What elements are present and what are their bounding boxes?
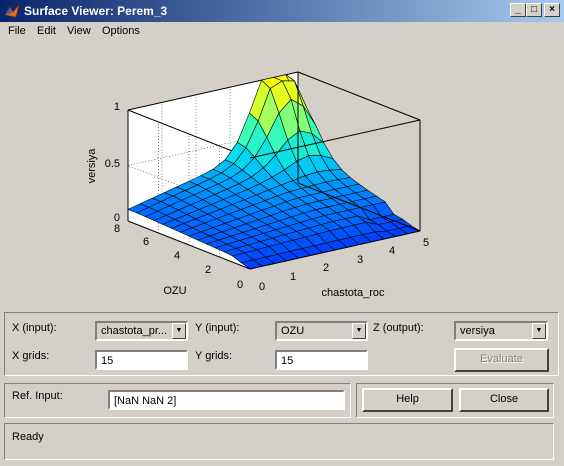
x-tick-label: 3 — [357, 254, 363, 266]
surface-plot-area[interactable]: versiya chastota_roc OZU 1 0.5 0 0 1 2 3… — [0, 41, 564, 309]
x-tick-label: 1 — [290, 271, 296, 283]
y-input-select[interactable]: OZU ▼ — [275, 321, 368, 341]
y-tick-label: 8 — [114, 223, 120, 235]
z-output-select[interactable]: versiya ▼ — [454, 321, 548, 341]
title-bar: Surface Viewer: Perem_3 _ □ × — [0, 0, 564, 22]
menu-bar: File Edit View Options — [0, 22, 564, 41]
ref-input-field[interactable]: [NaN NaN 2] — [108, 390, 345, 410]
menu-options[interactable]: Options — [102, 25, 140, 37]
status-text: Ready — [12, 431, 44, 443]
surface-plot[interactable]: versiya chastota_roc OZU 1 0.5 0 0 1 2 3… — [0, 41, 564, 309]
y-grids-input[interactable]: 15 — [275, 350, 368, 370]
chevron-down-icon: ▼ — [172, 323, 186, 339]
z-tick-label: 1 — [114, 101, 120, 113]
help-button[interactable]: Help — [362, 388, 453, 412]
matlab-icon — [4, 4, 20, 18]
y-grids-label: Y grids: — [195, 350, 233, 362]
x-tick-label: 4 — [389, 245, 395, 257]
status-bar — [4, 423, 554, 460]
y-axis-label: OZU — [163, 285, 186, 297]
y-tick-label: 2 — [205, 264, 211, 276]
ref-input-label: Ref. Input: — [12, 390, 63, 402]
y-input-label: Y (input): — [195, 322, 240, 334]
x-tick-label: 2 — [323, 262, 329, 274]
x-input-select[interactable]: chastota_pr... ▼ — [95, 321, 188, 341]
x-tick-label: 0 — [259, 281, 265, 293]
close-window-button[interactable]: × — [544, 3, 560, 17]
evaluate-button[interactable]: Evaluate — [454, 348, 549, 372]
menu-edit[interactable]: Edit — [37, 25, 56, 37]
minimize-button[interactable]: _ — [510, 3, 526, 17]
axes-line — [297, 71, 421, 121]
chevron-down-icon: ▼ — [532, 323, 546, 339]
z-tick-label: 0.5 — [105, 158, 120, 170]
window-title: Surface Viewer: Perem_3 — [24, 4, 168, 18]
z-axis-label: versiya — [86, 148, 98, 184]
menu-view[interactable]: View — [67, 25, 91, 37]
close-button[interactable]: Close — [459, 388, 549, 412]
menu-file[interactable]: File — [8, 25, 26, 37]
chevron-down-icon: ▼ — [352, 323, 366, 339]
y-tick-label: 4 — [174, 250, 180, 262]
z-output-label: Z (output): — [373, 322, 424, 334]
x-axis-label: chastota_roc — [322, 287, 385, 299]
y-tick-label: 6 — [143, 236, 149, 248]
y-tick-label: 0 — [237, 279, 243, 291]
x-tick-label: 5 — [423, 237, 429, 249]
x-input-label: X (input): — [12, 322, 57, 334]
maximize-button[interactable]: □ — [526, 3, 542, 17]
x-grids-label: X grids: — [12, 350, 50, 362]
x-grids-input[interactable]: 15 — [95, 350, 188, 370]
